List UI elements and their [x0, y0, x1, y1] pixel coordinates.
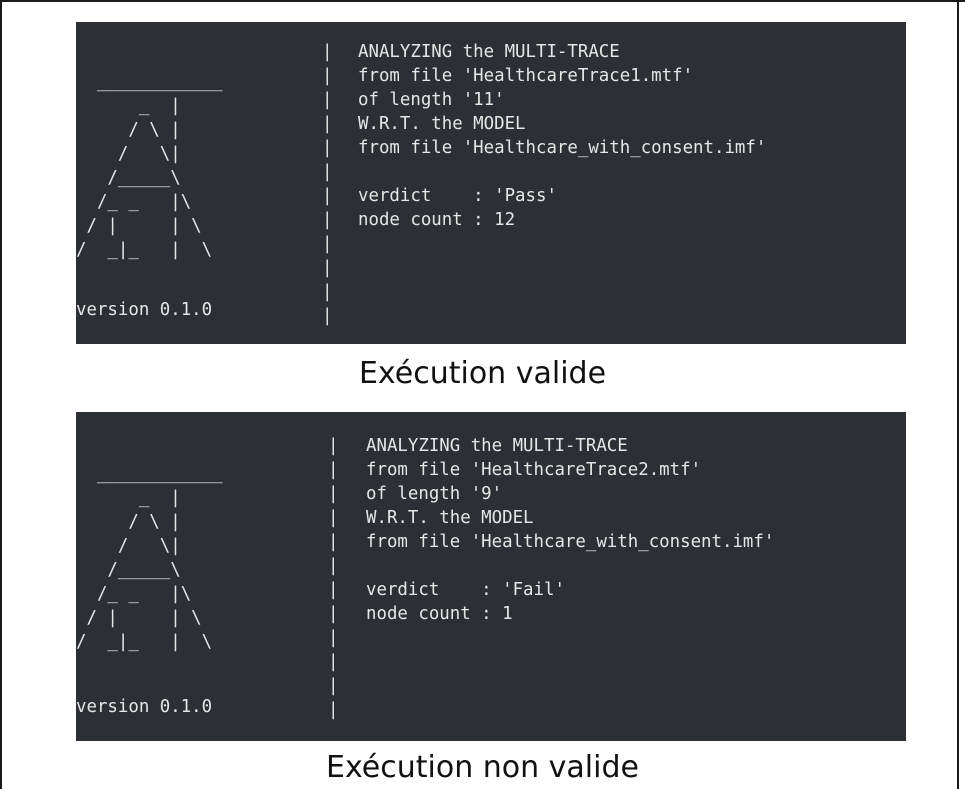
output-line-length: of length '11' [358, 90, 505, 110]
output-line-heading: ANALYZING the MULTI-TRACE [358, 42, 620, 62]
version-label: version 0.1.0 [76, 300, 213, 320]
output-line-model-file: from file 'Healthcare_with_consent.imf' [366, 532, 775, 552]
ascii-logo: ____________ _ | / \ | / \| /_____\ /_ _… [76, 72, 223, 260]
output-line-length: of length '9' [366, 484, 503, 504]
caption-valid: Exécution valide [358, 356, 607, 391]
analysis-output: ANALYZING the MULTI-TRACE from file 'Hea… [366, 434, 774, 626]
analysis-output: ANALYZING the MULTI-TRACE from file 'Hea… [358, 40, 766, 232]
output-line-verdict: verdict : 'Fail' [366, 580, 565, 600]
column-separator: | | | | | | | | | | | | [322, 42, 333, 326]
frame-top-border [0, 0, 965, 2]
caption-invalid: Exécution non valide [326, 750, 639, 785]
output-line-model-file: from file 'Healthcare_with_consent.imf' [358, 138, 767, 158]
output-line-heading: ANALYZING the MULTI-TRACE [366, 436, 628, 456]
terminal-output-valid: ____________ _ | / \ | / \| /_____\ /_ _… [76, 22, 906, 344]
ascii-logo: ____________ _ | / \ | / \| /_____\ /_ _… [76, 464, 223, 652]
figure-frame: ____________ _ | / \ | / \| /_____\ /_ _… [0, 0, 965, 789]
output-line-node-count: node count : 1 [366, 604, 513, 624]
output-line-verdict: verdict : 'Pass' [358, 186, 557, 206]
output-line-model-heading: W.R.T. the MODEL [358, 114, 526, 134]
output-line-node-count: node count : 12 [358, 210, 516, 230]
frame-right-border [957, 0, 959, 789]
version-label: version 0.1.0 [76, 697, 213, 717]
output-line-trace-file: from file 'HealthcareTrace2.mtf' [366, 460, 702, 480]
frame-left-border [0, 0, 2, 789]
output-line-model-heading: W.R.T. the MODEL [366, 508, 534, 528]
column-separator: | | | | | | | | | | | | [328, 436, 339, 720]
terminal-output-invalid: ____________ _ | / \ | / \| /_____\ /_ _… [76, 412, 906, 741]
output-line-trace-file: from file 'HealthcareTrace1.mtf' [358, 66, 694, 86]
